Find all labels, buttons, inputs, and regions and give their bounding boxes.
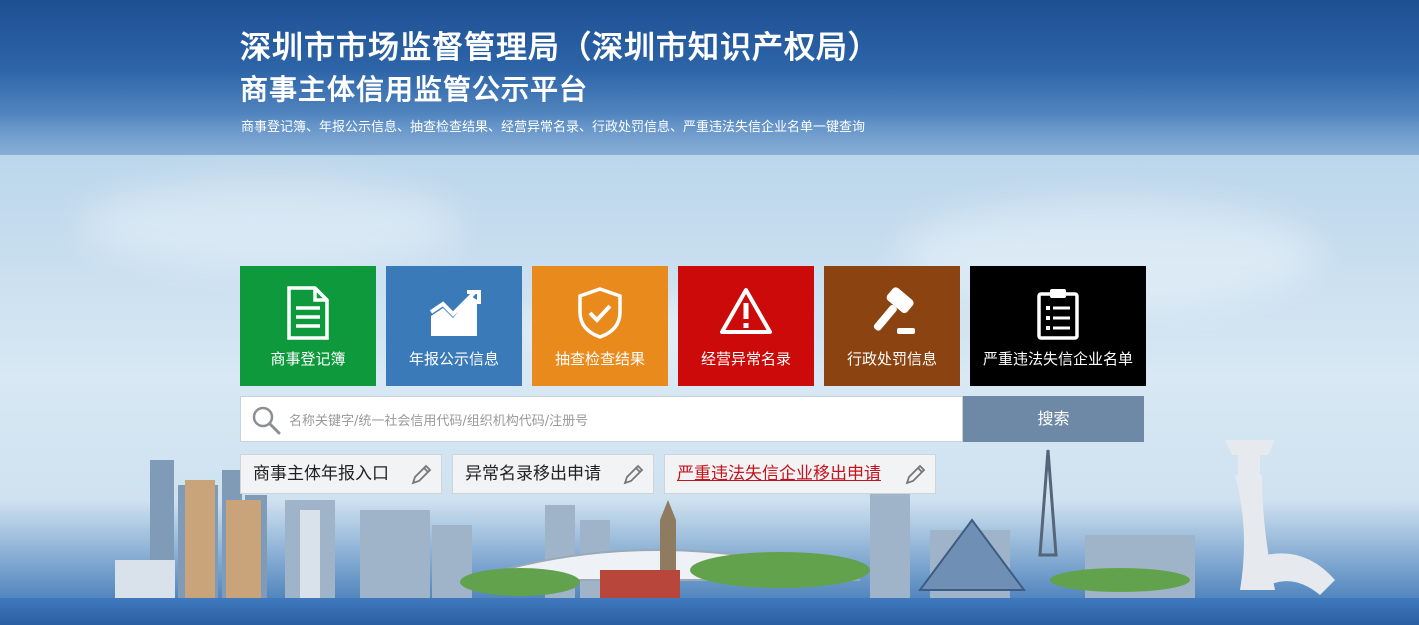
document-icon [240,286,376,342]
tile-business-register[interactable]: 商事登记簿 [240,266,376,386]
tile-label: 抽查检查结果 [554,350,645,368]
tile-abnormal-list[interactable]: 经营异常名录 [678,266,814,386]
trend-chart-icon [386,286,522,342]
pencil-icon [905,464,926,485]
page-subtitle: 商事登记簿、年报公示信息、抽查检查结果、经营异常名录、行政处罚信息、严重违法失信… [241,120,866,135]
tile-serious-violation-list[interactable]: 严重违法失信企业名单 [970,266,1146,386]
search-input[interactable] [287,409,951,433]
serious-violation-removal-link[interactable]: 严重违法失信企业移出申请 [664,454,936,494]
abnormal-list-removal-button[interactable]: 异常名录移出申请 [452,454,654,494]
link-label: 严重违法失信企业移出申请 [677,464,881,484]
clipboard-icon [970,286,1146,342]
tile-inspection-results[interactable]: 抽查检查结果 [532,266,668,386]
bay-water [0,598,1419,625]
pencil-icon [411,464,432,485]
warning-icon [678,286,814,342]
button-label: 异常名录移出申请 [465,464,601,484]
cloud [80,180,460,270]
annual-report-entry-button[interactable]: 商事主体年报入口 [240,454,442,494]
tile-label: 年报公示信息 [408,350,499,368]
tile-label: 经营异常名录 [700,350,791,368]
shield-check-icon [532,286,668,342]
tile-label: 严重违法失信企业名单 [982,350,1133,368]
search-icon [252,406,281,435]
button-label: 商事主体年报入口 [253,464,389,484]
search-box [240,396,963,442]
tile-annual-report[interactable]: 年报公示信息 [386,266,522,386]
page-title: 深圳市市场监督管理局（深圳市知识产权局） [240,30,880,66]
platform-name: 商事主体信用监管公示平台 [240,73,589,106]
tile-label: 行政处罚信息 [846,350,937,368]
search-button[interactable]: 搜索 [963,396,1144,442]
tile-administrative-penalty[interactable]: 行政处罚信息 [824,266,960,386]
gavel-icon [824,286,960,342]
tile-label: 商事登记簿 [270,350,346,368]
pencil-icon [623,464,644,485]
